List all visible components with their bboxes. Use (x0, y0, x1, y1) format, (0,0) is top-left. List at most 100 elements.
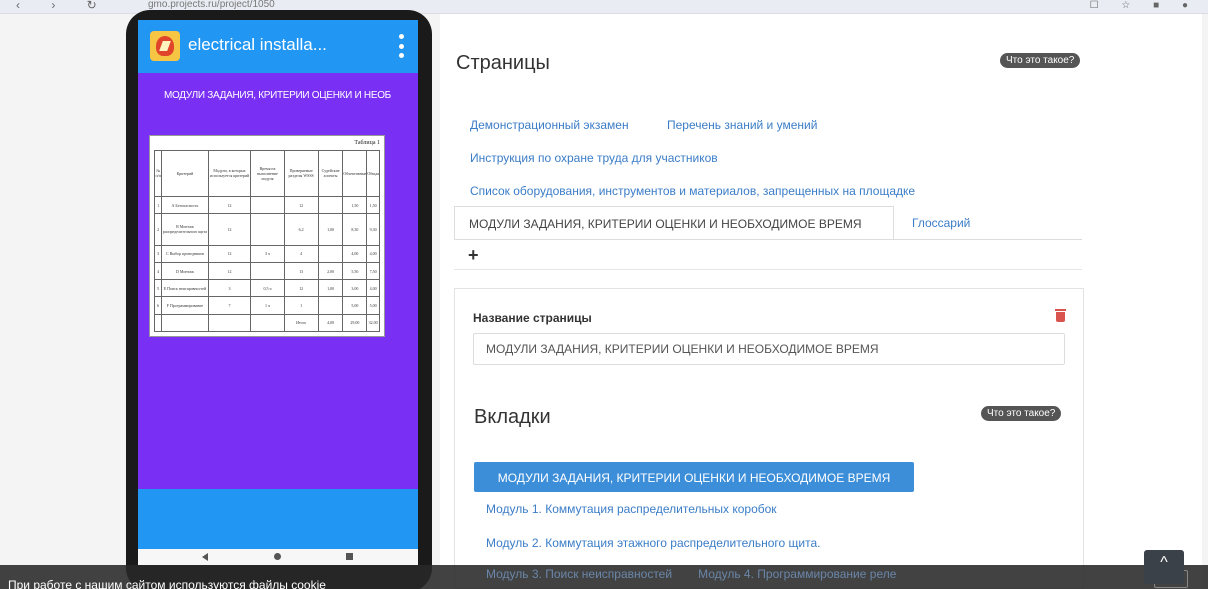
divider (454, 269, 1082, 270)
home-icon[interactable] (274, 553, 281, 560)
doc-grid: № п/п Критерий Модули, в которых используе… (153, 150, 380, 333)
tabs-help-badge[interactable]: Что это такое? (981, 406, 1062, 421)
doc-cell: 6 (153, 296, 163, 315)
doc-cell: 1,50 (366, 195, 380, 215)
scroll-to-top-button[interactable]: ^ (1144, 550, 1184, 584)
doc-cell: 4,00 (342, 244, 368, 264)
doc-row: 6F Программирование 7 1 ч 1 5,00 5,00 (153, 296, 380, 315)
doc-cell: 29,00 (342, 313, 368, 333)
doc-cell: 8,30 (342, 213, 368, 246)
cookie-text: При работе с нашим сайтом используются ф… (8, 578, 326, 589)
document-table-image: Таблица 1 № п/п Критерий Модули, в которых… (149, 135, 385, 337)
doc-table-label: Таблица 1 (354, 140, 380, 146)
doc-cell: 4,00 (317, 313, 344, 333)
doc-cell: Е Поиск неисправностей (161, 279, 209, 298)
doc-cell: 5,50 (342, 262, 368, 281)
page-link-knowledge[interactable]: Перечень знаний и умений (667, 118, 817, 132)
phone-preview: electrical installa... МОДУЛИ ЗАДАНИЯ, К… (126, 10, 432, 589)
chevron-up-icon: ^ (1160, 554, 1168, 571)
doc-cell (250, 262, 285, 281)
pages-title: Страницы (456, 52, 550, 74)
doc-cell: 3,00 (342, 279, 368, 298)
recent-apps-icon[interactable] (346, 553, 353, 560)
doc-cell: F Программирование (161, 296, 209, 315)
doc-cell: 3 (207, 279, 252, 298)
doc-cell: 12 (207, 244, 252, 264)
browser-extension-icons[interactable]: ☐ ☆ ■ ● (1090, 0, 1198, 11)
doc-cell: 1 (153, 195, 163, 215)
app-bar: electrical installa... (138, 20, 418, 73)
phone-screen: electrical installa... МОДУЛИ ЗАДАНИЯ, К… (138, 20, 418, 565)
doc-cell: 4,00 (366, 244, 380, 264)
doc-cell: А Безопасность (161, 195, 209, 215)
doc-header-cell: Объективные (342, 150, 368, 197)
doc-cell (250, 313, 285, 333)
doc-cell: 0,5 ч (250, 279, 285, 298)
doc-cell: 7,50 (366, 262, 380, 281)
doc-cell (153, 313, 163, 333)
doc-cell (250, 213, 285, 246)
app-subheader: МОДУЛИ ЗАДАНИЯ, КРИТЕРИИ ОЦЕНКИ И НЕОБ (138, 73, 418, 119)
doc-cell (317, 296, 344, 315)
tab-item-module-2[interactable]: Модуль 2. Коммутация этажного распредели… (486, 536, 820, 550)
tab-glossary[interactable]: Глоссарий (912, 216, 970, 230)
more-menu-icon[interactable] (398, 34, 404, 58)
doc-cell: 9,30 (366, 213, 380, 246)
doc-cell: 1 ч (250, 296, 285, 315)
doc-table: № п/п Критерий Модули, в которых используе… (153, 150, 380, 333)
doc-cell: Итого (283, 313, 319, 333)
doc-cell (161, 313, 209, 333)
doc-cell (317, 195, 344, 215)
tab-underline (454, 239, 1082, 240)
app-subheader-text: МОДУЛИ ЗАДАНИЯ, КРИТЕРИИ ОЦЕНКИ И НЕОБ (164, 90, 391, 101)
tab-item-module-1[interactable]: Модуль 1. Коммутация распределительных к… (486, 502, 777, 516)
doc-header-cell: № п/п (153, 150, 163, 197)
address-bar[interactable]: gmo.projects.ru/project/1050 (148, 0, 275, 10)
back-icon[interactable] (202, 553, 208, 561)
add-page-button[interactable]: + (468, 245, 479, 266)
doc-header-cell: Критерий (161, 150, 209, 197)
doc-header-cell: Проверяемые разделы WSSS (283, 150, 319, 197)
browser-nav-buttons[interactable]: ‹ › ↻ (16, 0, 111, 12)
doc-header-cell: Судейские аспекты (317, 150, 344, 197)
doc-cell: 6,2 (283, 213, 319, 246)
page-name-label: Название страницы (473, 311, 592, 325)
doc-cell: 5 (153, 279, 163, 298)
doc-cell: 7 (207, 296, 252, 315)
tabs-title: Вкладки (474, 406, 551, 428)
tab-item-module-4[interactable]: Модуль 4. Программирование реле (698, 567, 896, 581)
tab-modules[interactable]: МОДУЛИ ЗАДАНИЯ, КРИТЕРИИ ОЦЕНКИ И НЕОБХО… (454, 206, 894, 240)
doc-cell: 12 (283, 195, 319, 215)
doc-cell: 1,00 (317, 213, 344, 246)
doc-cell: 1,50 (342, 195, 368, 215)
app-title: electrical installa... (188, 35, 327, 54)
tab-item-primary[interactable]: МОДУЛИ ЗАДАНИЯ, КРИТЕРИИ ОЦЕНКИ И НЕОБХО… (474, 462, 914, 492)
tab-modules-label: МОДУЛИ ЗАДАНИЯ, КРИТЕРИИ ОЦЕНКИ И НЕОБХО… (469, 217, 862, 231)
doc-cell: 12 (207, 213, 252, 246)
doc-row: 1А Безопасность 12 12 1,50 1,50 (153, 195, 380, 215)
doc-cell: 2 (153, 213, 163, 246)
doc-cell: 4 (153, 262, 163, 281)
doc-row: Итого 4,00 29,00 32,00 (153, 313, 380, 333)
doc-cell: 4 (283, 244, 319, 264)
delete-page-icon[interactable] (1055, 309, 1066, 322)
android-nav-bar (138, 549, 418, 565)
pages-help-badge[interactable]: Что это такое? (1000, 53, 1081, 68)
page-link-equipment[interactable]: Список оборудования, инструментов и мате… (470, 184, 915, 198)
doc-cell: 1 (283, 296, 319, 315)
app-content: Таблица 1 № п/п Критерий Модули, в которых… (138, 119, 418, 489)
doc-cell: 3 ч (250, 244, 285, 264)
doc-cell: 5,00 (342, 296, 368, 315)
cookie-banner: Модуль 3. Поиск неисправностей Модуль 4. … (0, 565, 1208, 589)
doc-cell: 12 (207, 195, 252, 215)
page-name-input[interactable]: МОДУЛИ ЗАДАНИЯ, КРИТЕРИИ ОЦЕНКИ И НЕОБХО… (473, 333, 1065, 365)
doc-cell: 4,00 (366, 279, 380, 298)
app-logo-icon (150, 31, 180, 61)
doc-cell: 12 (283, 279, 319, 298)
page-link-safety[interactable]: Инструкция по охране труда для участнико… (470, 151, 718, 165)
cookie-underlying-links: Модуль 3. Поиск неисправностей Модуль 4. … (486, 567, 922, 581)
doc-cell (250, 195, 285, 215)
doc-cell: 13 (283, 262, 319, 281)
tab-item-module-3[interactable]: Модуль 3. Поиск неисправностей (486, 567, 672, 581)
page-link-demo-exam[interactable]: Демонстрационный экзамен (470, 118, 629, 132)
